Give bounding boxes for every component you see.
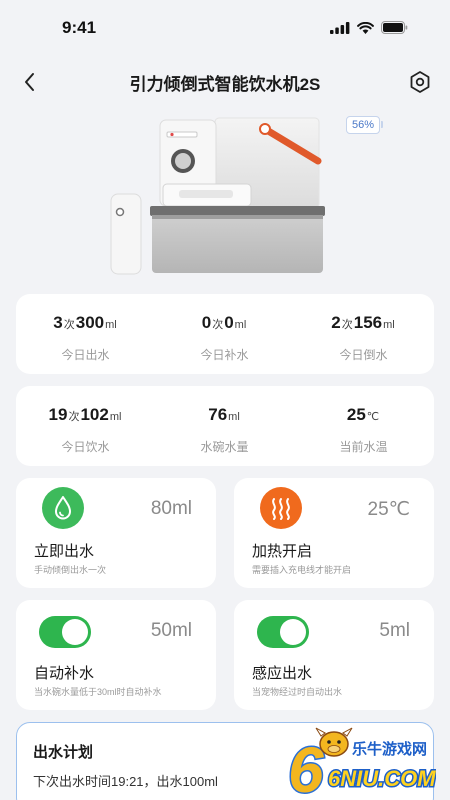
sensor-dispense-amount: 5ml	[379, 620, 410, 641]
heating-title: 加热开启	[252, 543, 313, 560]
sensor-dispense-subtitle: 当宠物经过时自动出水	[252, 687, 343, 697]
watermark-logo: 6 乐牛游戏网 6NIU.COM	[287, 727, 436, 800]
stat-bowl-volume: 76ml 水碗水量	[155, 386, 294, 455]
status-bar: 9:41	[0, 0, 450, 56]
page-title: 引力倾倒式智能饮水机2S	[129, 75, 321, 94]
stat-today-refilled: 0次0ml 今日补水	[155, 294, 294, 363]
dispense-now-tile[interactable]: 80ml 立即出水 手动倾倒出水一次	[16, 478, 216, 588]
settings-button[interactable]	[408, 69, 432, 95]
stat-water-temp: 25℃ 当前水温	[294, 386, 433, 455]
stat-today-poured: 2次156ml 今日倒水	[294, 294, 433, 363]
battery-badge-terminal	[381, 121, 383, 128]
plan-description: 下次出水时间19:21，出水100ml	[33, 774, 218, 789]
stat-amount-unit: ℃	[366, 411, 380, 423]
stat-count: 2	[331, 313, 341, 332]
battery-icon	[381, 21, 408, 34]
stat-today-dispensed: 3次300ml 今日出水	[16, 294, 155, 363]
watermark-brand: 6NIU.COM	[328, 766, 436, 791]
status-icons	[330, 21, 408, 34]
water-temperature: 25℃	[367, 499, 410, 520]
stat-amount: 25	[346, 405, 366, 424]
stat-amount: 76	[208, 405, 228, 424]
stat-label: 今日饮水	[61, 440, 110, 454]
device-image	[110, 117, 325, 275]
stat-amount: 102	[80, 405, 109, 424]
stat-amount-unit: ml	[234, 319, 247, 331]
stat-label: 今日补水	[200, 348, 249, 362]
stat-count: 19	[48, 405, 68, 424]
status-time: 9:41	[62, 18, 97, 37]
sensor-dispense-toggle[interactable]	[257, 616, 309, 648]
dispense-amount: 80ml	[150, 498, 192, 519]
auto-refill-amount: 50ml	[150, 620, 192, 641]
stat-amount-unit: ml	[109, 411, 122, 423]
stat-amount: 0	[224, 313, 234, 332]
svg-text:6: 6	[288, 734, 324, 800]
stat-amount-unit: ml	[228, 411, 240, 423]
dispense-title: 立即出水	[34, 543, 95, 560]
stat-amount-unit: ml	[105, 319, 117, 331]
stat-amount: 300	[75, 313, 105, 332]
dispense-subtitle: 手动倾倒出水一次	[34, 565, 107, 575]
battery-badge: 56%	[346, 116, 381, 134]
auto-refill-subtitle: 当水碗水量低于30ml时自动补水	[34, 687, 162, 697]
sensor-dispense-title: 感应出水	[252, 665, 313, 682]
stat-label: 水碗水量	[200, 440, 249, 454]
stat-count-unit: 次	[68, 411, 80, 423]
hexagon-settings-icon	[410, 71, 430, 93]
header: 引力倾倒式智能饮水机2S	[0, 60, 450, 104]
plan-title: 出水计划	[33, 744, 94, 761]
watermark-text: 乐牛游戏网	[352, 740, 427, 758]
stat-label: 今日出水	[61, 348, 110, 362]
stats-card-status: 19次102ml 今日饮水 76ml 水碗水量 25℃ 当前水温	[16, 386, 434, 466]
toggle-knob	[62, 619, 88, 645]
stat-count-unit: 次	[63, 319, 75, 331]
stat-count: 0	[201, 313, 212, 332]
auto-refill-toggle[interactable]	[39, 616, 91, 648]
sensor-dispense-tile: 5ml 感应出水 当宠物经过时自动出水	[234, 600, 434, 710]
stat-today-drank: 19次102ml 今日饮水	[16, 386, 155, 455]
stat-label: 当前水温	[339, 440, 388, 454]
heating-tile[interactable]: 25℃ 加热开启 需要插入充电线才能开启	[234, 478, 434, 588]
heat-waves-icon	[260, 487, 302, 529]
toggle-knob	[280, 619, 306, 645]
stat-count: 3	[53, 313, 63, 332]
signal-icon	[330, 21, 350, 34]
water-drop-icon	[42, 487, 84, 529]
stats-card-today: 3次300ml 今日出水 0次0ml 今日补水 2次156ml 今日倒水	[16, 294, 434, 374]
stat-count-unit: 次	[341, 319, 353, 331]
heating-subtitle: 需要插入充电线才能开启	[252, 565, 352, 575]
stat-count-unit: 次	[212, 319, 224, 331]
wifi-icon	[357, 21, 374, 34]
stat-amount: 156	[353, 313, 383, 332]
auto-refill-title: 自动补水	[34, 665, 95, 682]
stat-label: 今日倒水	[339, 348, 388, 362]
stat-amount-unit: ml	[383, 319, 395, 331]
auto-refill-tile: 50ml 自动补水 当水碗水量低于30ml时自动补水	[16, 600, 216, 710]
